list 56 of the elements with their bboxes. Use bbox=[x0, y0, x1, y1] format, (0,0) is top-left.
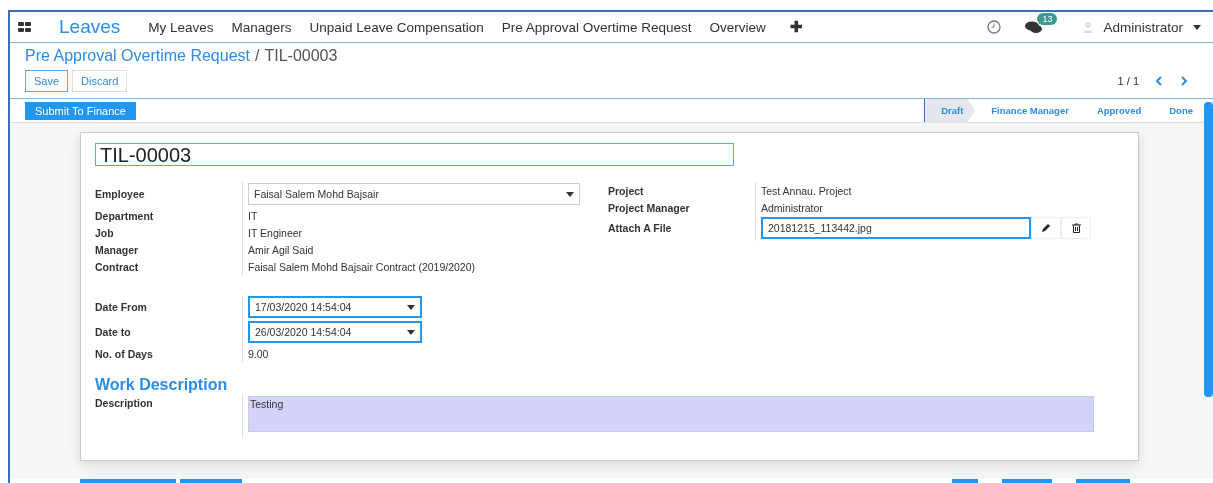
file-field[interactable]: 20181215_113442.jpg bbox=[761, 217, 1031, 239]
employee-select[interactable]: Faisal Salem Mohd Bajsair bbox=[248, 183, 580, 205]
description-field[interactable]: Testing bbox=[248, 396, 1094, 432]
field-label: Contract bbox=[95, 260, 140, 275]
caret-icon bbox=[566, 191, 574, 197]
breadcrumb-separator: / bbox=[255, 47, 260, 65]
menu-item[interactable]: Managers bbox=[231, 19, 292, 35]
field-value: Amir Agil Said bbox=[248, 243, 314, 256]
menu-item[interactable]: Overview bbox=[709, 19, 766, 35]
pencil-icon bbox=[1041, 223, 1051, 233]
breadcrumb-link[interactable]: Pre Approval Overtime Request bbox=[25, 47, 250, 65]
menu-item[interactable]: Unpaid Leave Compensation bbox=[309, 19, 484, 35]
field-value: IT bbox=[248, 209, 258, 222]
date-field[interactable]: 17/03/2020 14:54:04 bbox=[248, 296, 422, 318]
field-label: Date to bbox=[95, 325, 132, 340]
save-button[interactable]: Save bbox=[25, 70, 69, 92]
chat-icon[interactable] bbox=[1025, 20, 1044, 34]
menu-item[interactable]: My Leaves bbox=[148, 19, 214, 35]
pager-count: 1 / 1 bbox=[1117, 75, 1139, 87]
caret-icon bbox=[407, 304, 415, 310]
scrollbar[interactable] bbox=[1204, 102, 1213, 397]
field-label: Manager bbox=[95, 243, 140, 258]
caret-icon bbox=[407, 329, 415, 335]
previous-icon[interactable] bbox=[1155, 76, 1163, 86]
field-label: Project Manager bbox=[608, 201, 691, 216]
date-field[interactable]: 26/03/2020 14:54:04 bbox=[248, 321, 422, 343]
field-label: Employee bbox=[95, 187, 146, 202]
field-label: Attach A File bbox=[608, 221, 673, 236]
trash-icon bbox=[1071, 223, 1081, 233]
field-label: No. of Days bbox=[95, 347, 154, 362]
caret-icon bbox=[1193, 24, 1201, 30]
field-label: Job bbox=[95, 226, 115, 241]
field-label: Project bbox=[608, 184, 645, 199]
field-label: Date From bbox=[95, 300, 148, 315]
field-label: Description bbox=[95, 396, 154, 411]
field-value: Faisal Salem Mohd Bajsair Contract (2019/2020) bbox=[248, 260, 476, 273]
field-value: IT Engineer bbox=[248, 226, 303, 239]
name-field[interactable]: TIL-00003 bbox=[95, 143, 734, 166]
user-menu[interactable]: Administrator bbox=[1103, 19, 1183, 35]
message-count-badge: 13 bbox=[1037, 12, 1058, 25]
edit-button[interactable] bbox=[1031, 217, 1061, 239]
discard-button[interactable]: Discard bbox=[72, 70, 128, 92]
menu-item[interactable]: Pre Approval Overtime Request bbox=[501, 19, 692, 35]
field-label: Department bbox=[95, 209, 155, 224]
delete-button[interactable] bbox=[1061, 217, 1091, 239]
breadcrumb-current: TIL-00003 bbox=[264, 47, 338, 65]
app-title: Leaves bbox=[59, 16, 121, 38]
field-value: Administrator bbox=[761, 201, 823, 214]
field-value: 9.00 bbox=[248, 347, 269, 360]
next-icon[interactable] bbox=[1180, 76, 1188, 86]
clock-icon[interactable] bbox=[987, 20, 1002, 34]
user-avatar-icon bbox=[1083, 21, 1094, 33]
section-title: Work Description bbox=[95, 376, 229, 394]
field-value: Test Annau. Project bbox=[761, 184, 852, 197]
add-menu-button[interactable]: ✚ bbox=[789, 18, 803, 36]
apps-menu-icon[interactable] bbox=[18, 22, 31, 32]
